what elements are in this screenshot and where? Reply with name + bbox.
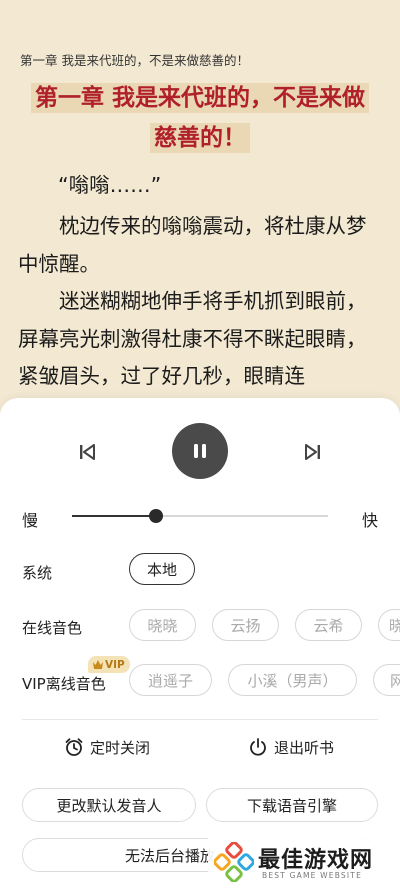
watermark-subtitle: BEST GAME WEBSITE	[262, 871, 363, 880]
skip-next-icon	[305, 444, 320, 460]
previous-button[interactable]	[76, 441, 98, 463]
voice-option-xiaoxiao[interactable]: 晓晓	[129, 609, 196, 641]
speed-slider-thumb[interactable]	[149, 509, 164, 523]
tts-control-panel: 慢 快 系统 本地 在线音色 晓晓 云扬 云希 晓 VIP VIP离线音色 逍遥…	[0, 398, 400, 889]
speed-slow-label: 慢	[22, 511, 39, 530]
speed-slider-fill	[72, 515, 157, 517]
reader-page: 第一章 我是来代班的，不是来做慈善的！ 第一章 我是来代班的，不是来做 慈善的！…	[0, 0, 400, 420]
voice-option-xiaoxi-male[interactable]: 小溪（男声）	[228, 664, 357, 696]
exit-listening-button[interactable]: 退出听书	[248, 733, 334, 761]
voice-option-local[interactable]: 本地	[129, 553, 195, 585]
change-default-voice-button[interactable]: 更改默认发音人	[22, 788, 196, 822]
voice-option-yunxi[interactable]: 云希	[295, 609, 362, 641]
watermark: 最佳游戏网 BEST GAME WEBSITE	[208, 836, 400, 889]
vip-voice-label: VIP离线音色	[22, 675, 106, 693]
chapter-title-line1: 第一章 我是来代班的，不是来做	[0, 78, 400, 113]
system-voice-label: 系统	[22, 564, 53, 582]
voice-option-wang[interactable]: 网	[373, 664, 400, 696]
power-icon	[250, 738, 266, 756]
crown-icon	[93, 660, 103, 669]
watermark-title: 最佳游戏网	[258, 848, 374, 873]
pause-icon	[194, 444, 206, 458]
chapter-title-line2: 慈善的！	[0, 118, 400, 153]
speed-fast-label: 快	[362, 511, 379, 530]
paragraph: 迷迷糊糊地伸手将手机抓到眼前，屏幕亮光刺激得杜康不得不眯起眼睛，紧皱眉头，过了好…	[18, 289, 367, 388]
watermark-logo-icon	[214, 842, 254, 882]
skip-previous-icon	[80, 444, 95, 460]
timer-close-button[interactable]: 定时关闭	[64, 733, 150, 761]
online-voice-label: 在线音色	[22, 619, 83, 637]
speed-slider[interactable]	[72, 509, 328, 523]
pause-button[interactable]	[172, 423, 228, 479]
download-voice-engine-button[interactable]: 下载语音引擎	[206, 788, 378, 822]
alarm-clock-icon	[65, 738, 83, 756]
vip-badge: VIP	[88, 656, 130, 673]
paragraph: 枕边传来的嗡嗡震动，将杜康从梦中惊醒。	[18, 214, 367, 276]
paragraph: “嗡嗡……”	[58, 173, 162, 197]
voice-option-xiaoyaozi[interactable]: 逍遥子	[129, 664, 212, 696]
chapter-header: 第一章 我是来代班的，不是来做慈善的！	[20, 53, 249, 68]
divider	[22, 719, 378, 720]
next-button[interactable]	[302, 441, 324, 463]
voice-option-xiao[interactable]: 晓	[378, 609, 400, 641]
background-play-label: 无法后台播放	[124, 846, 215, 865]
voice-option-yunyang[interactable]: 云扬	[212, 609, 279, 641]
